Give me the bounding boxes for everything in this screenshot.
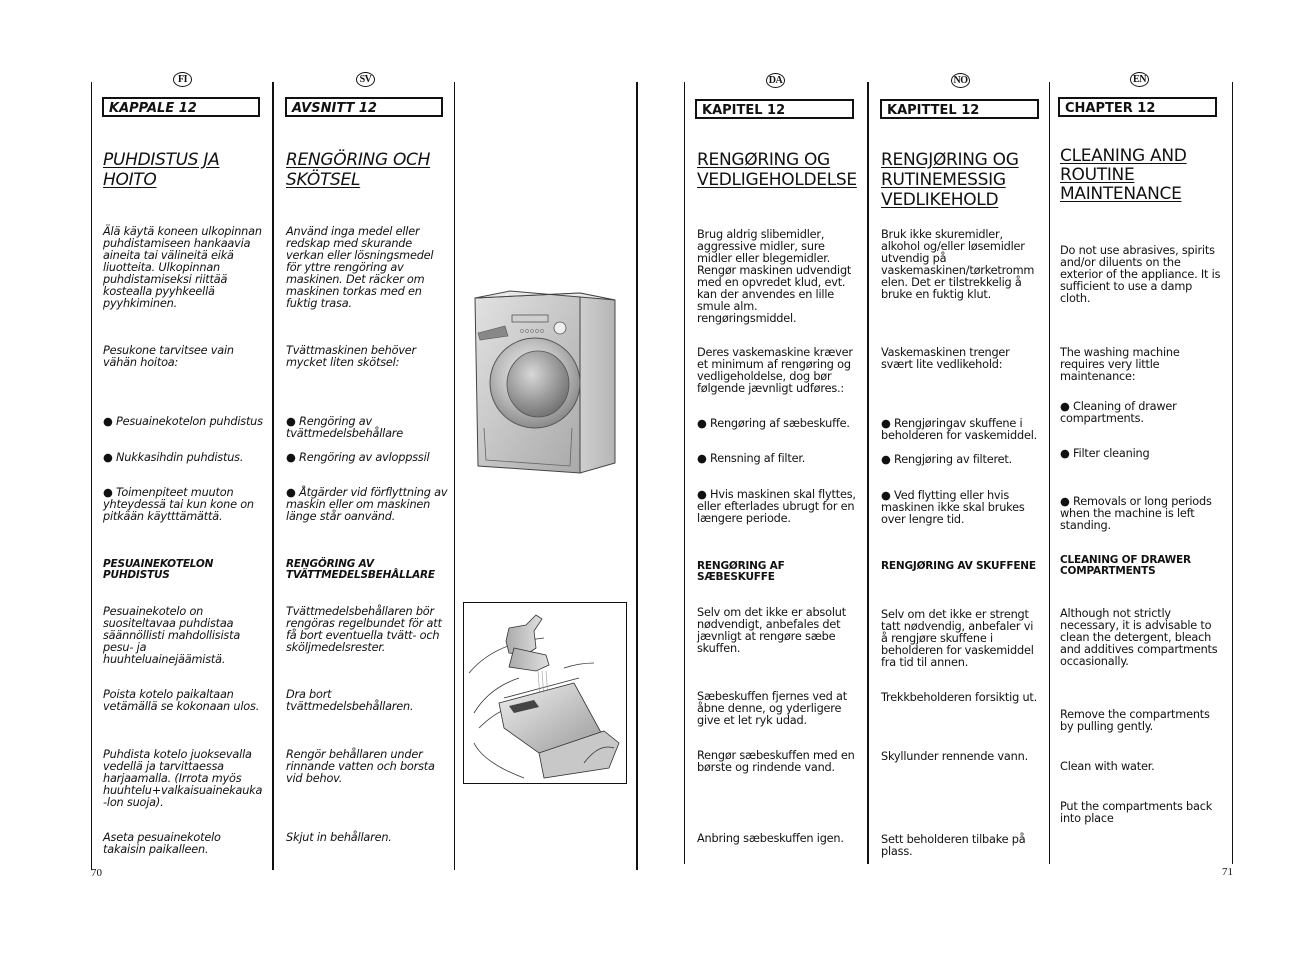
bullet-item-fi: ● Pesuainekotelon puhdistus [103,415,263,428]
title-line: ROUTINE [1060,165,1135,185]
bullet-item-sv: ● Rengöring av tvättmedelsbehållare [286,415,403,440]
section-title-fi: PUHDISTUS JA HOITO [103,150,220,190]
step-text-da: Sæbeskuffen fjernes ved at åbne denne, o… [697,690,847,727]
subheading-sv: RENGÖRING AV TVÄTTMEDELSBEHÅLLARE [286,558,435,581]
step-text-fi: Poista kotelo paikaltaan vetämällä se ko… [103,688,260,713]
subheading-fi: PESUAINEKOTELON PUHDISTUS [103,558,214,581]
intro-text-da: Brug aldrig slibemidler, aggressive midl… [697,228,852,325]
bullet-item-no: ● Ved flytting eller hvis maskinen ikke … [881,489,1025,526]
step-text-sv: Skjut in behållaren. [286,831,392,844]
tap-and-drawer-icon [468,614,620,779]
section-title-da: RENGØRING OG VEDLIGEHOLDELSE [697,150,857,190]
bullet-item-no: ● Rengjøring av filteret. [881,453,1013,466]
bullet-item-da: ● Hvis maskinen skal flyttes, eller efte… [697,488,856,525]
language-badge-no: NO [951,73,970,88]
language-badge-da: DA [766,73,785,88]
language-badge-en: EN [1130,72,1149,87]
drawer-cleaning-illustration [463,602,627,784]
bullet-item-fi: ● Nukkasihdin puhdistus. [103,451,244,464]
rule-no-en [1049,82,1050,864]
step-text-fi: Puhdista kotelo juoksevalla vedellä ja t… [103,748,263,809]
bullet-item-no: ● Rengjøringav skuffene i beholderen for… [881,417,1038,442]
step-text-da: Selv om det ikke er absolut nødvendigt, … [697,606,846,655]
subheading-en: CLEANING OF DRAWER COMPARTMENTS [1060,554,1191,577]
bullet-item-en: ● Cleaning of drawer compartments. [1060,400,1177,425]
step-text-da: Rengør sæbeskuffen med en børste og rind… [697,749,855,774]
washing-machine-icon [474,290,616,474]
intro-text-no: Bruk ikke skuremidler, alkohol og/eller … [881,228,1035,301]
rule-left-margin [91,82,92,870]
step-text-no: Skyllunder rennende vann. [881,750,1028,763]
step-text-no: Selv om det ikke er strengt tatt nødvend… [881,608,1034,669]
rule-sv-figure [454,82,455,870]
bullet-item-en: ● Filter cleaning [1060,447,1150,460]
subheading-no: RENGJØRING AV SKUFFENE [881,560,1036,572]
lead-text-da: Deres vaskemaskine kræver et minimum af … [697,346,853,395]
bullet-item-sv: ● Rengöring av avloppssil [286,451,430,464]
intro-text-fi: Älä käytä koneen ulkopinnan puhdistamise… [103,225,262,310]
step-text-fi: Pesuainekotelo on suositeltavaa puhdista… [103,605,241,666]
subheading-da: RENGØRING AF SÆBESKUFFE [697,560,785,583]
chapter-heading-en: CHAPTER 12 [1058,97,1217,117]
washing-machine-illustration [470,288,620,478]
chapter-heading-fi: KAPPALE 12 [102,97,260,117]
chapter-heading-sv: AVSNITT 12 [285,97,443,117]
title-line: SKÖTSEL [286,170,361,190]
lead-text-no: Vaskemaskinen trenger svært lite vedlike… [881,346,1010,371]
page-number-right: 71 [1222,866,1233,878]
lead-text-sv: Tvättmaskinen behöver mycket liten sköts… [286,344,416,369]
step-text-no: Sett beholderen tilbake på plass. [881,833,1026,858]
step-text-sv: Rengör behållaren under rinnande vatten … [286,748,435,785]
step-text-sv: Tvättmedelsbehållaren bör rengöras regel… [286,605,442,654]
section-title-sv: RENGÖRING OCH SKÖTSEL [286,150,430,190]
rule-fi-sv [272,82,274,870]
step-text-en: Although not strictly necessary, it is a… [1060,607,1218,668]
title-line: VEDLIGEHOLDELSE [697,170,857,190]
lead-text-en: The washing machine requires very little… [1060,346,1180,383]
bullet-item-sv: ● Åtgärder vid förflyttning av maskin el… [286,486,448,523]
intro-text-sv: Använd inga medel eller redskap med skur… [286,225,434,310]
title-line: RENGJØRING OG [881,150,1019,170]
bullet-item-en: ● Removals or long periods when the mach… [1060,495,1212,532]
title-line: RENGÖRING OCH [286,150,431,170]
lead-text-fi: Pesukone tarvitsee vain vähän hoitoa: [103,344,234,369]
step-text-fi: Aseta pesuainekotelo takaisin paikalleen… [103,831,221,856]
step-text-no: Trekkbeholderen forsiktig ut. [881,691,1038,704]
bullet-item-da: ● Rensning af filter. [697,452,806,465]
step-text-en: Put the compartments back into place [1060,800,1213,825]
step-text-sv: Dra bort tvättmedelsbehållaren. [286,688,414,713]
section-title-no: RENGJØRING OG RUTINEMESSIG VEDLIKEHOLD [881,150,1019,210]
section-title-en: CLEANING AND ROUTINE MAINTENANCE [1060,147,1187,204]
chapter-heading-no: KAPITTEL 12 [880,99,1039,119]
title-line: PUHDISTUS JA [103,150,220,170]
language-badge-sv: SV [356,72,375,87]
title-line: MAINTENANCE [1060,184,1182,204]
title-line: VEDLIKEHOLD [881,190,999,210]
bullet-item-da: ● Rengøring af sæbeskuffe. [697,417,850,430]
rule-page-gutter-right [684,82,685,864]
step-text-en: Clean with water. [1060,760,1155,773]
title-line: CLEANING AND [1060,146,1187,166]
rule-page-gutter-left [636,82,638,870]
rule-right-margin [1232,82,1233,864]
chapter-heading-da: KAPITEL 12 [695,99,854,119]
intro-text-en: Do not use abrasives, spirits and/or dil… [1060,244,1221,305]
page-number-left: 70 [91,867,102,879]
step-text-en: Remove the compartments by pulling gentl… [1060,708,1210,733]
rule-da-no [867,82,869,864]
title-line: RUTINEMESSIG [881,170,1006,190]
step-text-da: Anbring sæbeskuffen igen. [697,832,844,845]
bullet-item-fi: ● Toimenpiteet muuton yhteydessä tai kun… [103,486,254,523]
language-badge-fi: FI [173,72,192,87]
title-line: RENGØRING OG [697,150,830,170]
title-line: HOITO [103,170,157,190]
